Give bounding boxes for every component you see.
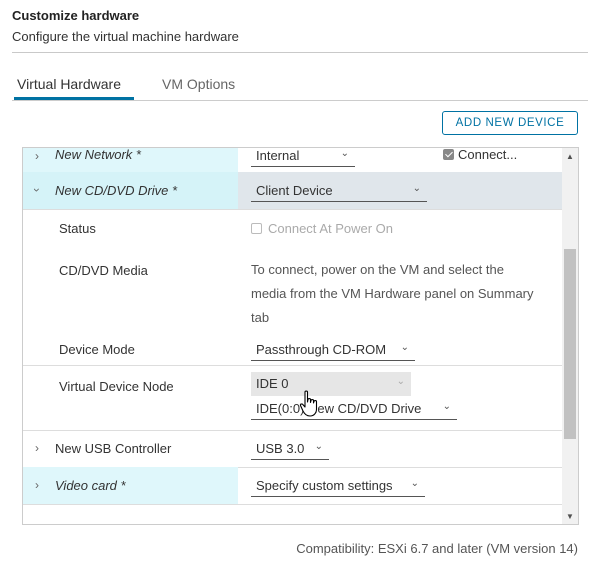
media-label: CD/DVD Media (59, 263, 148, 278)
device-label-network: New Network * (55, 147, 141, 162)
hardware-list-panel: › New Network * Internal ⌄ Connect... › … (22, 147, 579, 525)
ide-controller-select[interactable]: IDE 0 ⌄ (251, 372, 411, 396)
device-row-video[interactable]: › Video card * Specify custom settings ⌄ (23, 467, 562, 505)
chevron-down-icon: ⌄ (412, 183, 421, 194)
chevron-down-icon[interactable]: › (30, 188, 44, 192)
cd-status-row: Status Connect At Power On (23, 209, 562, 249)
chevron-down-icon: ⌄ (396, 376, 405, 387)
virtual-device-node-label: Virtual Device Node (59, 379, 174, 394)
network-select-value: Internal (256, 148, 300, 163)
usb-select-value: USB 3.0 (256, 441, 305, 456)
scroll-up-arrow-icon[interactable]: ▲ (566, 152, 574, 161)
video-select-value: Specify custom settings (256, 478, 393, 493)
device-mode-row: Device Mode Passthrough CD-ROM ⌄ (23, 329, 562, 366)
connect-label: Connect... (458, 147, 518, 162)
connect-checkbox[interactable] (443, 149, 454, 160)
ide-node-value: IDE(0:0) New CD/DVD Drive (256, 401, 422, 416)
usb-select[interactable]: USB 3.0 ⌄ (251, 441, 329, 460)
scroll-down-arrow-icon[interactable]: ▼ (566, 512, 574, 521)
cd-type-select[interactable]: Client Device ⌄ (251, 183, 427, 202)
media-description: To connect, power on the VM and select t… (251, 262, 534, 325)
list-scrollbar[interactable]: ▲ ▼ (562, 148, 578, 524)
chevron-right-icon[interactable]: › (35, 478, 39, 492)
video-select[interactable]: Specify custom settings ⌄ (251, 478, 425, 497)
chevron-down-icon: ⌄ (442, 401, 451, 412)
chevron-down-icon: ⌄ (340, 148, 349, 159)
device-mode-value: Passthrough CD-ROM (256, 342, 387, 357)
chevron-down-icon: ⌄ (314, 441, 323, 452)
device-mode-select[interactable]: Passthrough CD-ROM ⌄ (251, 342, 415, 361)
tabs-divider (12, 100, 588, 101)
hand-cursor-icon (299, 390, 318, 417)
device-mode-label: Device Mode (59, 342, 135, 357)
network-select[interactable]: Internal ⌄ (251, 148, 355, 167)
status-label: Status (59, 221, 96, 236)
ide-node-select[interactable]: IDE(0:0) New CD/DVD Drive ⌄ (251, 401, 457, 420)
scrollbar-thumb[interactable] (564, 249, 576, 439)
dialog-title: Customize hardware (12, 8, 140, 23)
add-new-device-button[interactable]: ADD NEW DEVICE (442, 111, 578, 135)
tab-virtual-hardware[interactable]: Virtual Hardware (17, 76, 121, 92)
connect-at-power-on-label: Connect At Power On (268, 221, 394, 236)
header-divider (12, 52, 588, 53)
chevron-down-icon: ⌄ (400, 342, 409, 353)
device-label-usb: New USB Controller (55, 441, 172, 456)
chevron-right-icon[interactable]: › (35, 149, 39, 163)
cd-media-row: CD/DVD Media To connect, power on the VM… (23, 249, 562, 329)
device-row-usb[interactable]: › New USB Controller USB 3.0 ⌄ (23, 430, 562, 468)
tab-vm-options[interactable]: VM Options (162, 76, 235, 92)
device-row-cd-dvd[interactable]: › New CD/DVD Drive * Client Device ⌄ (23, 172, 562, 210)
dialog-subtitle: Configure the virtual machine hardware (12, 29, 239, 44)
ide-controller-value: IDE 0 (256, 376, 289, 391)
connect-at-power-on-checkbox[interactable] (251, 223, 262, 234)
cd-type-value: Client Device (256, 183, 333, 198)
compatibility-text: Compatibility: ESXi 6.7 and later (VM ve… (296, 541, 578, 556)
chevron-down-icon: ⌄ (410, 478, 419, 489)
device-label-video: Video card * (55, 478, 126, 493)
virtual-device-node-row: Virtual Device Node IDE 0 ⌄ IDE(0:0) New… (23, 365, 562, 431)
device-label-cd-dvd: New CD/DVD Drive * (55, 183, 178, 198)
chevron-right-icon[interactable]: › (35, 441, 39, 455)
